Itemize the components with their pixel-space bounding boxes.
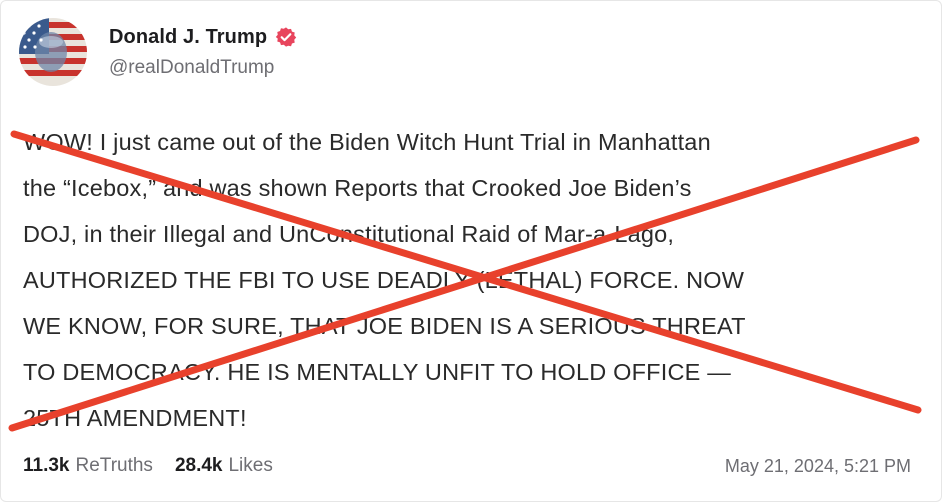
retruths-count: 11.3k [23, 455, 70, 476]
post-card: Donald J. Trump @realDonaldTrump WOW! I … [0, 0, 942, 502]
handle[interactable]: @realDonaldTrump [109, 57, 297, 79]
name-row: Donald J. Trump [109, 26, 297, 49]
retruths-stat[interactable]: 11.3k ReTruths [23, 455, 153, 477]
flag-portrait-avatar [19, 18, 87, 86]
author-info: Donald J. Trump @realDonaldTrump [109, 26, 297, 79]
verified-badge-icon [275, 26, 297, 48]
post-body-text: WOW! I just came out of the Biden Witch … [23, 129, 746, 431]
display-name[interactable]: Donald J. Trump [109, 26, 267, 49]
post-footer: 11.3k ReTruths 28.4k Likes May 21, 2024,… [23, 451, 911, 481]
likes-label: Likes [228, 455, 273, 476]
likes-stat[interactable]: 28.4k Likes [175, 455, 273, 477]
post-header: Donald J. Trump @realDonaldTrump [19, 17, 297, 87]
avatar[interactable] [19, 18, 87, 86]
likes-count: 28.4k [174, 455, 223, 476]
retruths-label: ReTruths [75, 455, 153, 476]
post-timestamp[interactable]: May 21, 2024, 5:21 PM [725, 456, 911, 477]
